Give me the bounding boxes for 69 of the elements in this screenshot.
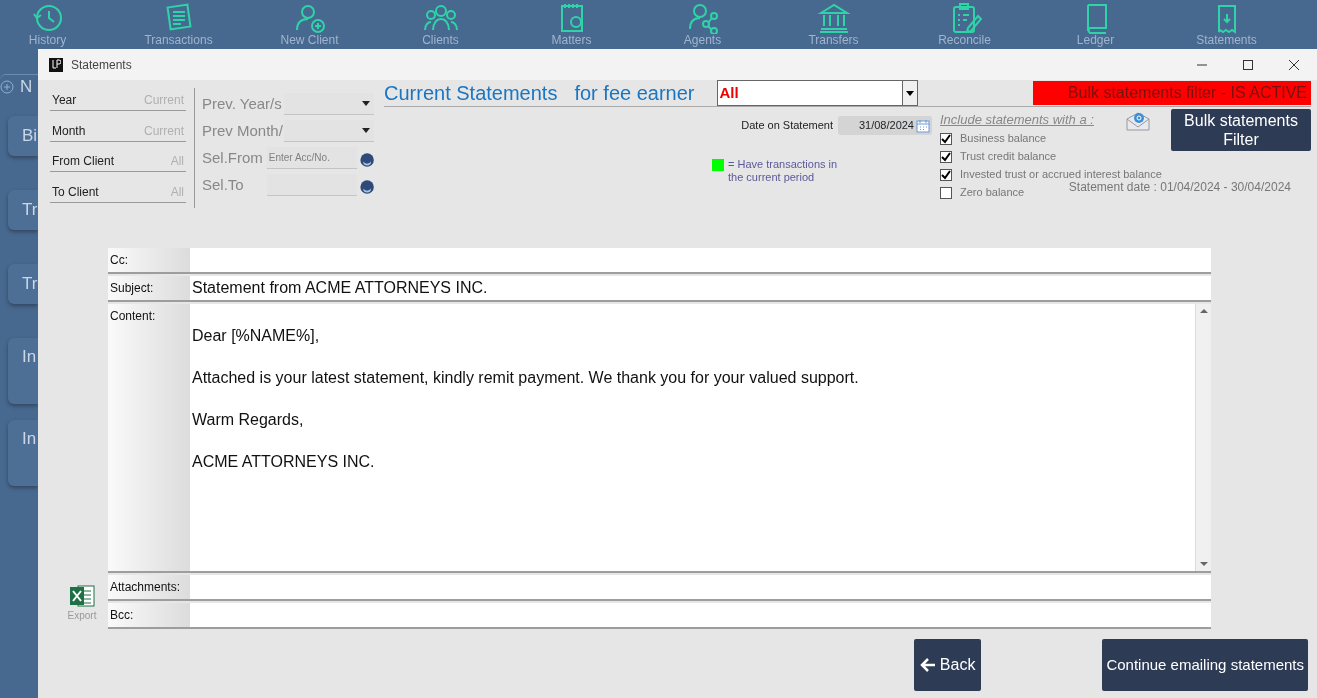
fee-earner-select[interactable]: All xyxy=(716,80,918,106)
legend-swatch-icon xyxy=(712,159,724,171)
checkbox-label: Invested trust or accrued interest balance xyxy=(960,167,1162,182)
nav-label[interactable]: Matters xyxy=(551,34,592,47)
field-label: Subject: xyxy=(108,276,190,300)
back-button[interactable]: Back xyxy=(913,639,982,691)
nav-label[interactable]: Clients xyxy=(422,34,459,47)
sidebar-item[interactable]: In xyxy=(8,420,38,486)
continue-button[interactable]: Continue emailing statements xyxy=(1102,639,1308,691)
field-label: Prev. Year/s xyxy=(202,93,283,114)
nav-label[interactable]: Ledger xyxy=(1076,34,1115,47)
field-label: From Client xyxy=(52,153,114,170)
checkbox-label: Zero balance xyxy=(960,185,1025,201)
bank-icon[interactable] xyxy=(816,2,851,34)
checkbox[interactable] xyxy=(940,186,952,199)
field-label: Cc: xyxy=(108,248,190,272)
field-label: Attachments: xyxy=(108,575,190,599)
checkbox-label: Trust credit balance xyxy=(960,149,1057,165)
arrow-left-icon xyxy=(919,658,936,672)
dropdown-arrow-icon xyxy=(362,101,370,106)
legend-text: = Have transactions in the current period xyxy=(728,158,838,184)
lookup-icon[interactable] xyxy=(359,178,374,196)
sidebar-item[interactable]: Tr xyxy=(8,190,38,230)
window-title: Statements xyxy=(71,56,132,74)
email-icon[interactable] xyxy=(1125,110,1151,132)
screen-heading: Current Statements xyxy=(384,81,558,106)
nav-label[interactable]: Transactions xyxy=(144,34,213,47)
field-label: Content: xyxy=(108,304,190,571)
input-field[interactable]: Statement from ACME ATTORNEYS INC. xyxy=(190,276,1211,300)
dropdown-arrow-icon xyxy=(905,90,914,96)
field-label: Sel.From xyxy=(202,147,264,168)
nav-label[interactable]: Statements xyxy=(1196,34,1257,47)
nav-label[interactable]: Agents xyxy=(683,34,722,47)
field-label: Prev Month/ xyxy=(202,120,284,141)
calendar-icon[interactable] xyxy=(916,118,930,133)
checkbox[interactable] xyxy=(940,168,952,181)
dropdown-arrow-icon xyxy=(362,128,370,133)
field-label: Bcc: xyxy=(108,603,190,627)
export-button[interactable]: Export xyxy=(62,584,102,623)
sidebar-item[interactable]: Tr xyxy=(8,264,38,304)
nav-label[interactable]: History xyxy=(28,34,67,47)
date-field[interactable]: 31/08/2024 xyxy=(838,116,932,135)
checkbox[interactable] xyxy=(940,132,952,145)
statement-date-text: Statement date : 01/04/2024 - 30/04/2024 xyxy=(1068,179,1291,196)
lookup-icon[interactable] xyxy=(359,151,374,169)
field-label: Year xyxy=(52,92,77,109)
checkbox-label: Business balance xyxy=(960,131,1047,147)
nav-label[interactable]: Transfers xyxy=(808,34,859,47)
heading-label: for fee earner xyxy=(574,81,695,106)
field-label: Month xyxy=(52,122,86,140)
spreadsheet-icon xyxy=(69,584,95,608)
sidebar-item[interactable]: In xyxy=(8,338,38,404)
input-field[interactable] xyxy=(190,575,1211,599)
section-title: Include statements with a : xyxy=(940,111,1094,129)
field-label: To Client xyxy=(52,183,99,201)
nav-label[interactable]: New Client xyxy=(280,34,339,47)
filter-status-banner: Bulk statements filter - IS ACTIVE xyxy=(1033,81,1311,105)
checkbox[interactable] xyxy=(940,150,952,163)
input-field[interactable] xyxy=(190,248,1211,272)
input-field[interactable] xyxy=(190,603,1211,627)
clock-icon[interactable] xyxy=(30,2,65,34)
sidebar-item[interactable]: N xyxy=(20,73,33,100)
field-label: Date on Statement xyxy=(741,118,833,134)
bulk-filter-button[interactable]: Bulk statements Filter xyxy=(1171,109,1311,151)
field-label: Sel.To xyxy=(202,174,245,195)
sidebar-item[interactable]: Bi xyxy=(8,116,38,156)
plus-icon[interactable] xyxy=(0,79,14,94)
nav-label[interactable]: Reconcile xyxy=(938,34,991,47)
app-logo-icon xyxy=(49,57,63,72)
